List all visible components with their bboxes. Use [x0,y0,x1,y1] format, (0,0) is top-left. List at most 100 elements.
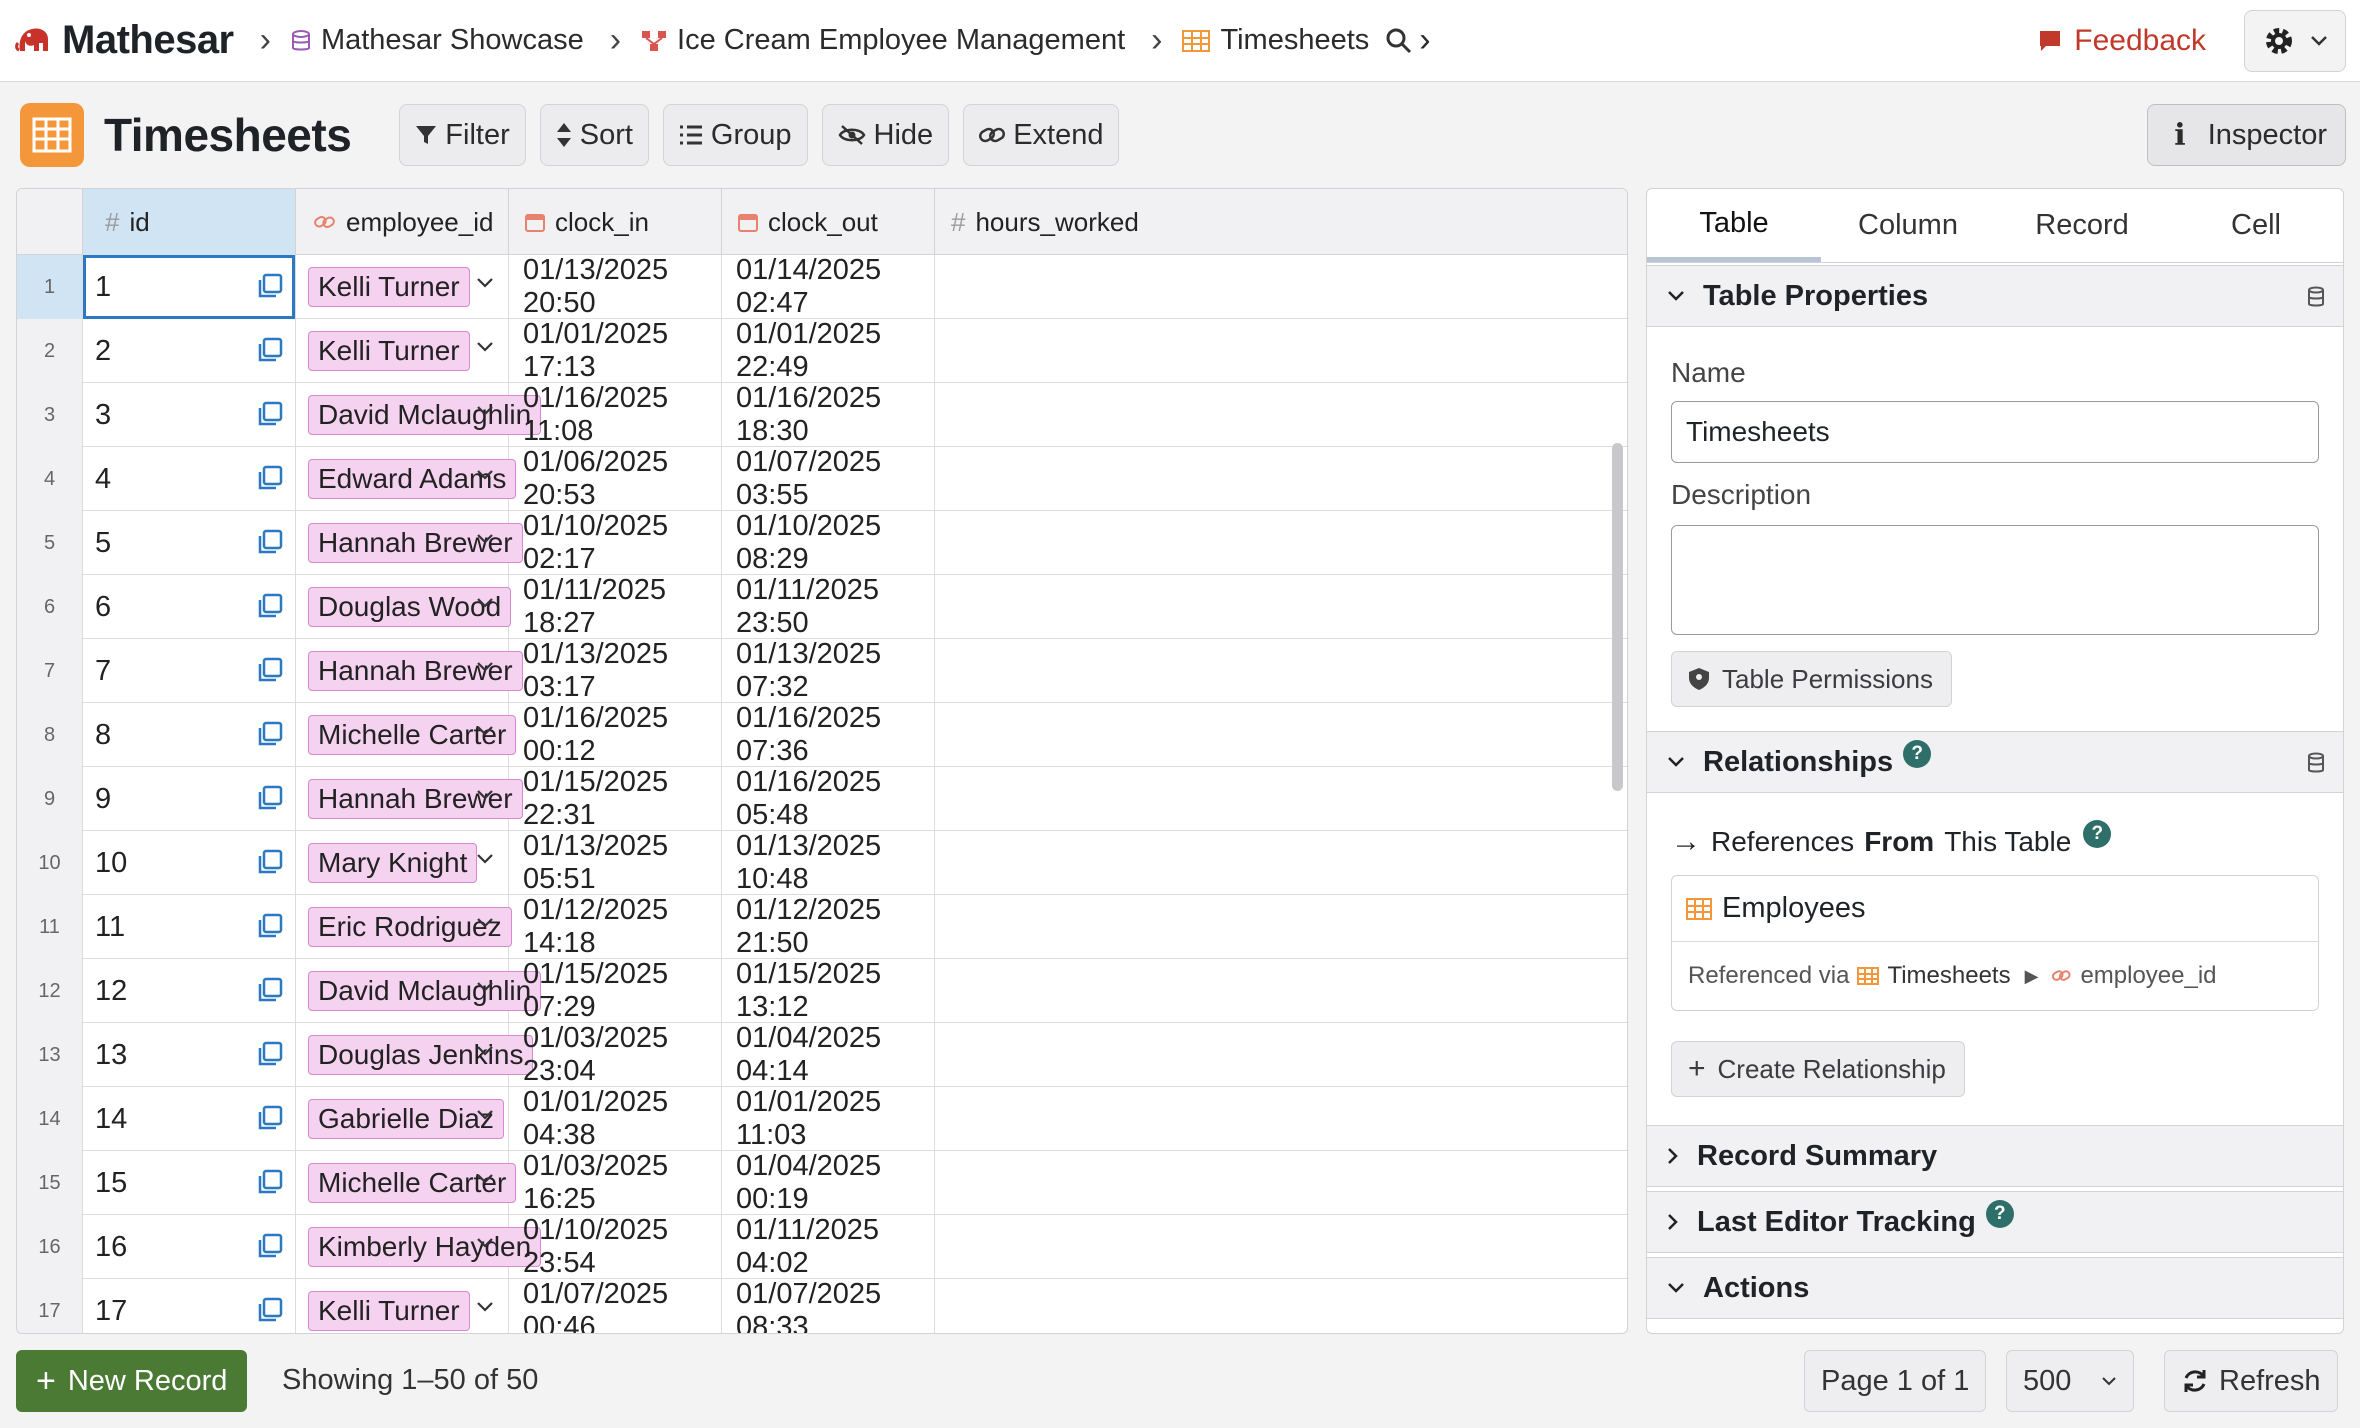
table-properties-section-toggle[interactable]: Table Properties [1647,265,2343,327]
vertical-scrollbar[interactable] [1612,443,1623,791]
chevron-down-icon[interactable] [476,341,494,353]
cell-id[interactable]: 5 [83,511,296,575]
table-permissions-button[interactable]: Table Permissions [1671,651,1952,707]
create-relationship-button[interactable]: + Create Relationship [1671,1041,1965,1097]
cell-hours-worked[interactable] [935,1023,1129,1087]
cell-employee-id[interactable]: Kimberly Hayden [296,1215,542,1279]
cell-clock-in[interactable]: 01/12/2025 14:18 [509,894,722,959]
cell-employee-id[interactable]: Hannah Brewer [296,767,523,831]
cell-employee-id[interactable]: Mary Knight [296,831,509,895]
cell-id[interactable]: 1 [83,255,296,319]
cell-clock-out[interactable]: 01/07/2025 08:33 [722,1278,935,1333]
help-icon[interactable]: ? [1985,1200,2014,1228]
open-record-icon[interactable] [257,465,283,491]
cell-clock-out[interactable]: 01/13/2025 10:48 [722,830,935,895]
chevron-down-icon[interactable] [476,469,494,481]
breadcrumb-database[interactable]: Mathesar Showcase [291,24,584,57]
cell-clock-out[interactable]: 01/12/2025 21:50 [722,894,935,959]
row-number[interactable]: 13 [17,1023,83,1087]
cell-id[interactable]: 6 [83,575,296,639]
cell-clock-in[interactable]: 01/11/2025 18:27 [509,574,722,639]
chevron-down-icon[interactable] [476,853,494,865]
cell-clock-out[interactable]: 01/10/2025 08:29 [722,510,935,575]
row-number[interactable]: 5 [17,511,83,575]
chevron-down-icon[interactable] [476,725,494,737]
column-header-employee-id[interactable]: employee_id [296,189,509,255]
cell-clock-out[interactable]: 01/16/2025 05:48 [722,766,935,831]
chevron-down-icon[interactable] [476,405,494,417]
cell-clock-out[interactable]: 01/16/2025 07:36 [722,702,935,767]
cell-clock-in[interactable]: 01/13/2025 05:51 [509,830,722,895]
chevron-down-icon[interactable] [476,597,494,609]
chevron-down-icon[interactable] [476,661,494,673]
row-number[interactable]: 10 [17,831,83,895]
cell-clock-out[interactable]: 01/04/2025 00:19 [722,1150,935,1215]
cell-hours-worked[interactable] [935,383,1129,447]
hide-button[interactable]: Hide [821,104,950,166]
cell-clock-in[interactable]: 01/15/2025 22:31 [509,766,722,831]
settings-button[interactable] [2244,10,2346,72]
cell-clock-out[interactable]: 01/11/2025 23:50 [722,574,935,639]
row-number[interactable]: 3 [17,383,83,447]
open-record-icon[interactable] [257,1297,283,1323]
open-record-icon[interactable] [257,401,283,427]
cell-hours-worked[interactable] [935,1151,1129,1215]
linked-record-chip[interactable]: Kelli Turner [308,1291,470,1331]
extend-button[interactable]: Extend [963,104,1120,166]
cell-id[interactable]: 12 [83,959,296,1023]
row-number[interactable]: 6 [17,575,83,639]
cell-clock-out[interactable]: 01/07/2025 03:55 [722,446,935,511]
page-indicator[interactable]: Page 1 of 1 [1804,1350,1987,1412]
row-number[interactable]: 16 [17,1215,83,1279]
linked-record-chip[interactable]: David Mclaughlin [308,395,542,435]
cell-clock-out[interactable]: 01/04/2025 04:14 [722,1022,935,1087]
actions-section-toggle[interactable]: Actions [1647,1257,2343,1319]
chevron-down-icon[interactable] [476,789,494,801]
open-record-icon[interactable] [257,849,283,875]
column-header-clock-in[interactable]: clock_in [509,189,722,255]
cell-employee-id[interactable]: Hannah Brewer [296,511,523,575]
cell-clock-out[interactable]: 01/01/2025 11:03 [722,1086,935,1151]
cell-clock-out[interactable]: 01/14/2025 02:47 [722,254,935,319]
open-record-icon[interactable] [257,913,283,939]
linked-record-chip[interactable]: Douglas Jenkins [308,1035,534,1075]
help-icon[interactable]: ? [1903,740,1932,768]
new-record-button[interactable]: + New Record [16,1350,248,1412]
cell-employee-id[interactable]: David Mclaughlin [296,959,542,1023]
chevron-down-icon[interactable] [476,1109,494,1121]
tab-cell[interactable]: Cell [2169,189,2343,262]
cell-clock-in[interactable]: 01/03/2025 23:04 [509,1022,722,1087]
linked-record-chip[interactable]: Kelli Turner [308,331,470,371]
cell-hours-worked[interactable] [935,639,1129,703]
cell-clock-in[interactable]: 01/15/2025 07:29 [509,958,722,1023]
cell-hours-worked[interactable] [935,255,1129,319]
last-editor-tracking-section-toggle[interactable]: Last Editor Tracking ? [1647,1191,2343,1253]
linked-record-chip[interactable]: Gabrielle Diaz [308,1099,504,1139]
cell-employee-id[interactable]: Edward Adams [296,447,517,511]
cell-employee-id[interactable]: Douglas Wood [296,575,512,639]
chevron-right-icon[interactable]: › [1419,21,1430,60]
tab-column[interactable]: Column [1821,189,1995,262]
row-number[interactable]: 12 [17,959,83,1023]
cell-hours-worked[interactable] [935,319,1129,383]
row-number[interactable]: 1 [17,255,83,319]
cell-hours-worked[interactable] [935,703,1129,767]
open-record-icon[interactable] [257,785,283,811]
linked-record-chip[interactable]: Kimberly Hayden [308,1227,542,1267]
cell-hours-worked[interactable] [935,767,1129,831]
cell-clock-in[interactable]: 01/16/2025 11:08 [509,382,722,447]
chevron-down-icon[interactable] [476,1173,494,1185]
cell-id[interactable]: 13 [83,1023,296,1087]
cell-clock-in[interactable]: 01/07/2025 00:46 [509,1278,722,1333]
row-number[interactable]: 11 [17,895,83,959]
cell-clock-in[interactable]: 01/03/2025 16:25 [509,1150,722,1215]
breadcrumb-schema[interactable]: Ice Cream Employee Management [641,24,1125,57]
column-header-clock-out[interactable]: clock_out [722,189,935,255]
cell-clock-out[interactable]: 01/01/2025 22:49 [722,318,935,383]
table-name-input[interactable]: Timesheets [1671,401,2319,463]
linked-record-chip[interactable]: Mary Knight [308,843,478,883]
table-description-input[interactable] [1671,525,2319,635]
cell-hours-worked[interactable] [935,895,1129,959]
chevron-down-icon[interactable] [476,981,494,993]
row-number[interactable]: 17 [17,1279,83,1333]
